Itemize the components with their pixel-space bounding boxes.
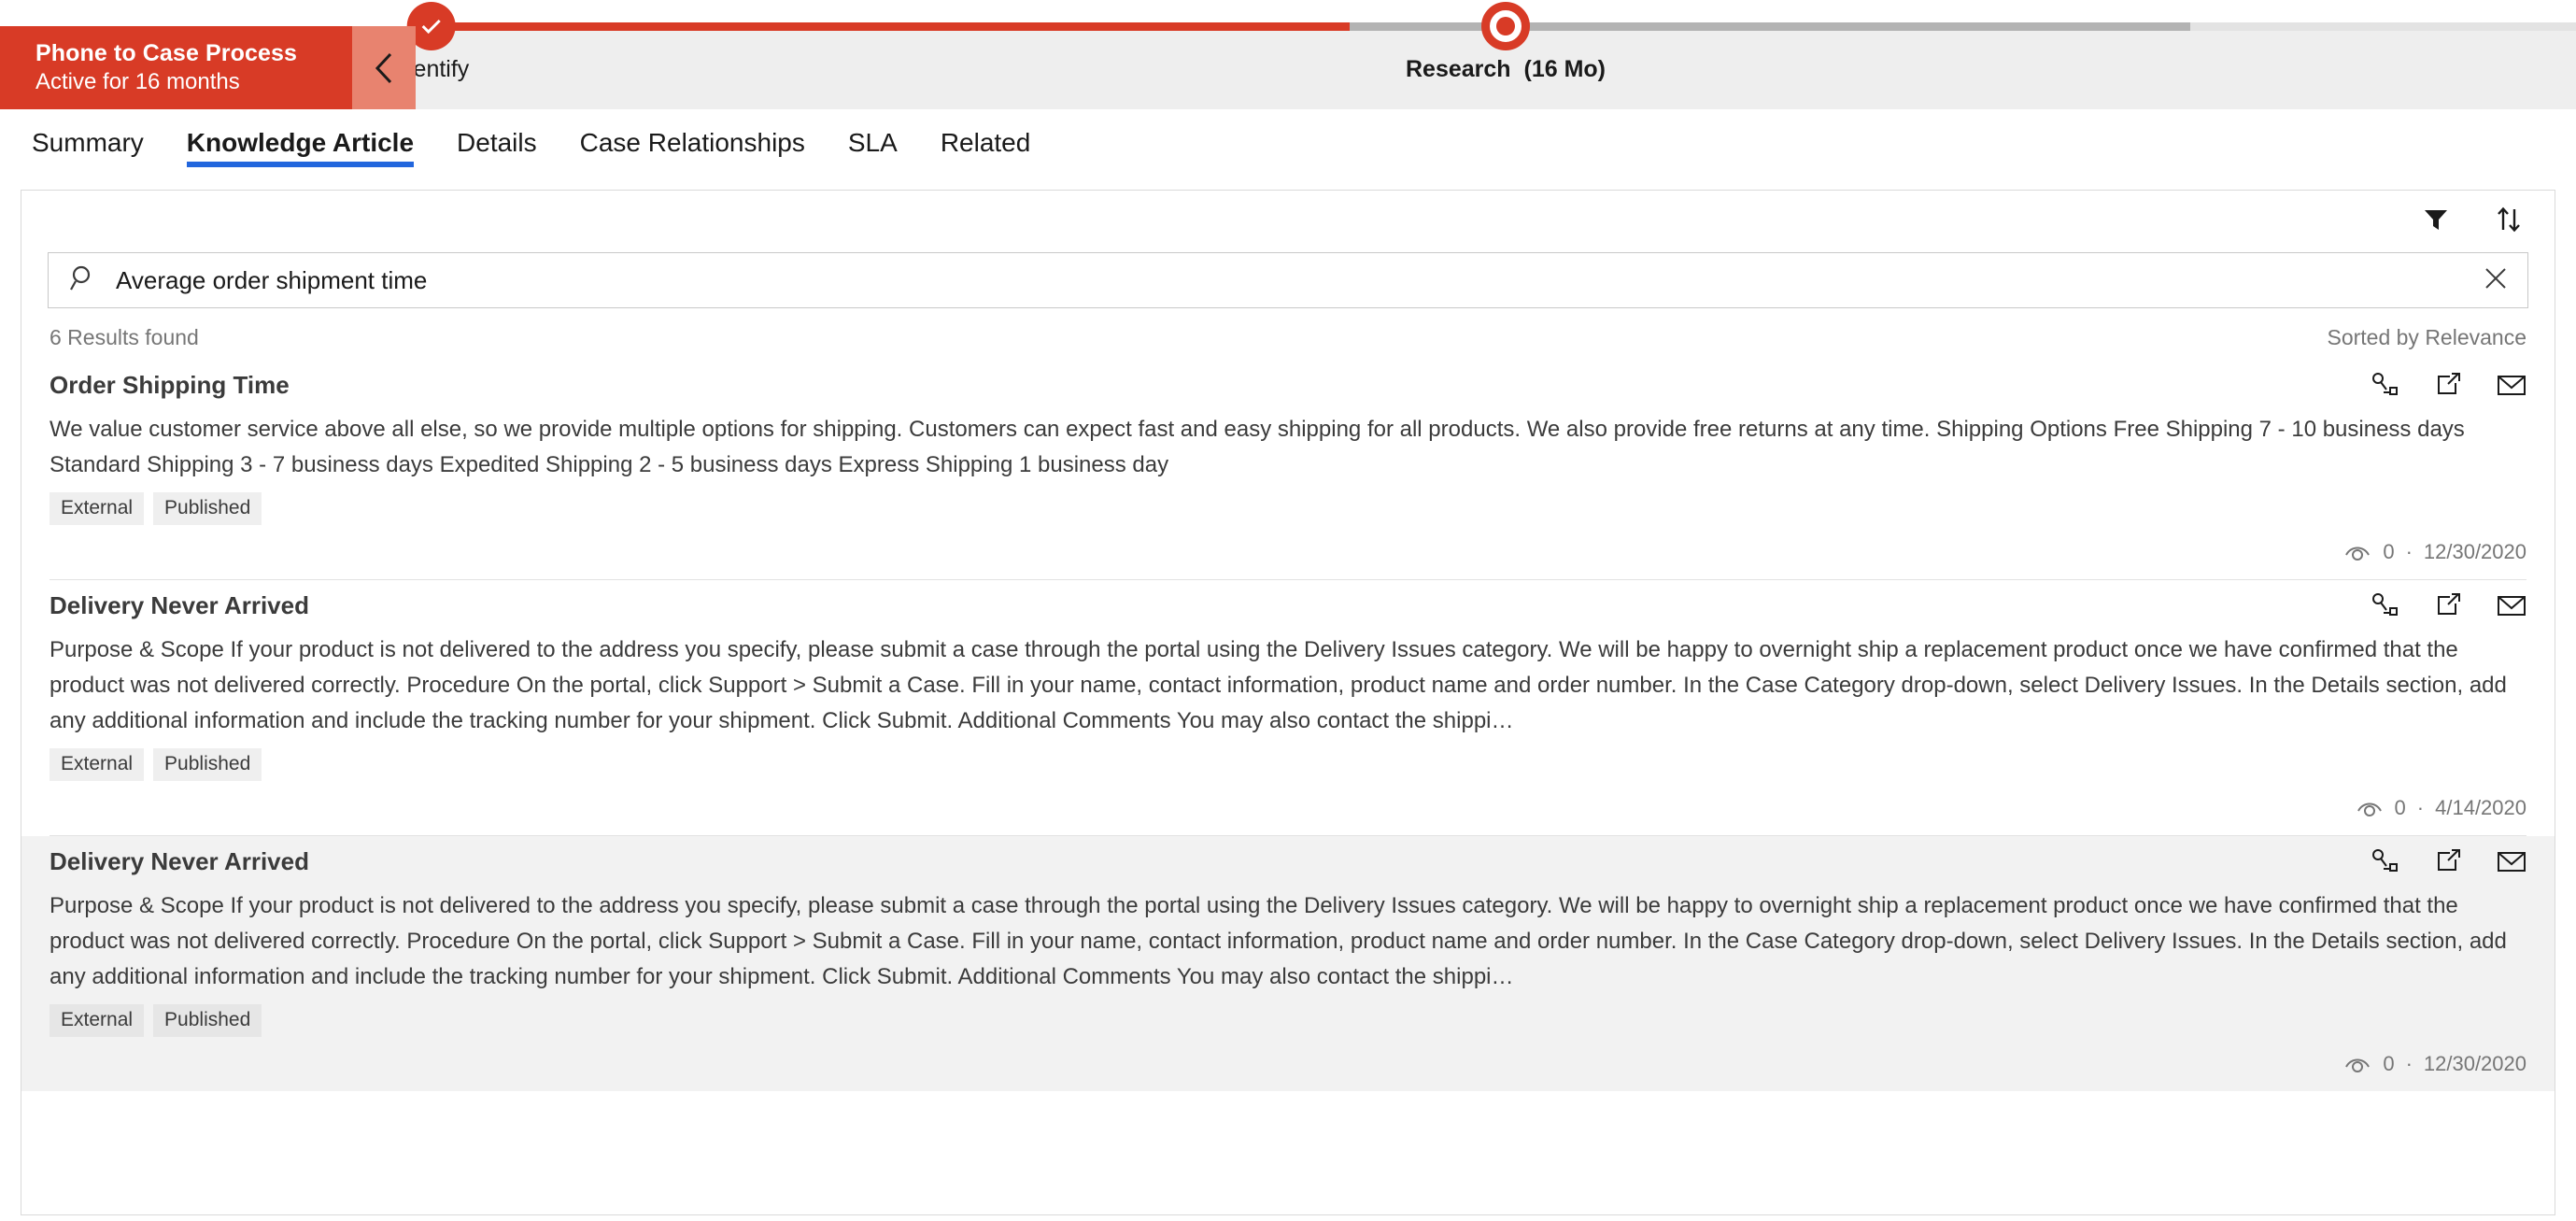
views-icon <box>2343 542 2371 562</box>
email-icon <box>2497 372 2526 403</box>
views-count: 0 <box>2383 540 2395 563</box>
tab-summary[interactable]: Summary <box>32 109 165 177</box>
result-body: Purpose & Scope If your product is not d… <box>50 637 2507 733</box>
results-meta: 6 Results found Sorted by Relevance <box>21 308 2555 360</box>
footer-separator: · <box>2405 1052 2413 1075</box>
views-icon <box>2343 1054 2371 1074</box>
open-in-new-icon <box>2434 848 2462 879</box>
bpf-stage-track: Identify Research (16 Mo) Resolve <box>394 0 2576 109</box>
result-footer: 0 · 12/30/2020 <box>50 525 2526 579</box>
close-icon <box>2482 264 2510 297</box>
filter-button[interactable] <box>2420 206 2452 237</box>
tag-published: Published <box>153 1004 262 1037</box>
result-body: Purpose & Scope If your product is not d… <box>50 893 2507 989</box>
bpf-stage-label: Research (16 Mo) <box>1406 56 1606 83</box>
sort-icon <box>2495 206 2523 238</box>
result-title[interactable]: Delivery Never Arrived <box>50 589 309 621</box>
tab-bar: Summary Knowledge Article Details Case R… <box>0 109 2576 177</box>
result-header: Delivery Never Arrived <box>50 845 2526 877</box>
result-date: 12/30/2020 <box>2423 540 2526 563</box>
link-article-icon <box>2371 848 2399 879</box>
tab-case-relationships[interactable]: Case Relationships <box>559 109 827 177</box>
footer-separator: · <box>2405 540 2413 563</box>
result-actions <box>2370 589 2526 621</box>
bpf-line-remainder <box>2190 22 2576 31</box>
views-count: 0 <box>2383 1052 2395 1075</box>
tab-label: SLA <box>847 128 898 157</box>
sort-button[interactable] <box>2493 206 2525 237</box>
result-date: 4/14/2020 <box>2435 796 2526 819</box>
result-card[interactable]: Delivery Never Arrived Purpose & Scope I… <box>21 580 2555 835</box>
active-stage-icon <box>1480 2 1530 50</box>
result-tags: External Published <box>50 1004 2526 1037</box>
result-actions <box>2370 845 2526 877</box>
knowledge-article-panel: 6 Results found Sorted by Relevance Orde… <box>21 190 2555 1215</box>
open-in-new-button[interactable] <box>2433 372 2463 403</box>
email-icon <box>2497 848 2526 879</box>
result-header: Delivery Never Arrived <box>50 589 2526 621</box>
results-list: Order Shipping Time We value customer se… <box>21 360 2555 1091</box>
tab-label: Summary <box>32 128 144 157</box>
footer-separator: · <box>2416 796 2425 819</box>
tab-label: Case Relationships <box>579 128 805 157</box>
result-title[interactable]: Delivery Never Arrived <box>50 845 309 877</box>
tab-label: Knowledge Article <box>186 128 415 157</box>
result-card[interactable]: Order Shipping Time We value customer se… <box>21 360 2555 579</box>
clear-search-button[interactable] <box>2481 265 2511 295</box>
tag-external: External <box>50 748 145 781</box>
link-article-icon <box>2371 372 2399 403</box>
email-article-button[interactable] <box>2497 593 2526 621</box>
tag-published: Published <box>153 748 262 781</box>
result-card[interactable]: Delivery Never Arrived Purpose & Scope I… <box>21 836 2555 1091</box>
result-tags: External Published <box>50 492 2526 525</box>
business-process-flow: Phone to Case Process Active for 16 mont… <box>0 0 2576 109</box>
sort-label[interactable]: Sorted by Relevance <box>2327 325 2526 350</box>
search-input[interactable] <box>116 265 2481 295</box>
link-article-icon <box>2371 592 2399 623</box>
tag-published: Published <box>153 492 262 525</box>
tab-related[interactable]: Related <box>919 109 1053 177</box>
email-article-button[interactable] <box>2497 849 2526 877</box>
chevron-left-icon <box>374 51 394 85</box>
email-article-button[interactable] <box>2497 373 2526 401</box>
result-actions <box>2370 369 2526 401</box>
search-row <box>21 252 2555 308</box>
tag-external: External <box>50 1004 145 1037</box>
filter-icon <box>2422 206 2450 238</box>
open-in-new-button[interactable] <box>2433 592 2463 623</box>
result-footer: 0 · 4/14/2020 <box>50 781 2526 835</box>
result-tags: External Published <box>50 748 2526 781</box>
search-icon <box>69 264 97 297</box>
tag-external: External <box>50 492 145 525</box>
bpf-stage-research[interactable]: Research (16 Mo) <box>1406 0 1606 83</box>
result-header: Order Shipping Time <box>50 369 2526 401</box>
open-in-new-icon <box>2434 592 2462 623</box>
bpf-line-completed <box>416 22 864 31</box>
bpf-collapse-button[interactable] <box>352 26 416 109</box>
views-icon <box>2356 798 2384 818</box>
link-article-button[interactable] <box>2370 372 2399 403</box>
search-box[interactable] <box>48 252 2528 308</box>
result-body: We value customer service above all else… <box>50 417 2465 477</box>
tab-label: Related <box>940 128 1031 157</box>
tab-label: Details <box>457 128 537 157</box>
views-count: 0 <box>2394 796 2406 819</box>
result-title[interactable]: Order Shipping Time <box>50 369 290 401</box>
tab-knowledge-article[interactable]: Knowledge Article <box>165 109 435 177</box>
email-icon <box>2497 592 2526 623</box>
panel-toolbar <box>21 191 2555 252</box>
bpf-stage-name: Research <box>1406 56 1511 82</box>
results-count: 6 Results found <box>50 325 199 349</box>
link-article-button[interactable] <box>2370 848 2399 879</box>
link-article-button[interactable] <box>2370 592 2399 623</box>
tab-details[interactable]: Details <box>435 109 559 177</box>
open-in-new-icon <box>2434 372 2462 403</box>
open-in-new-button[interactable] <box>2433 848 2463 879</box>
tab-sla[interactable]: SLA <box>827 109 919 177</box>
result-footer: 0 · 12/30/2020 <box>50 1037 2526 1091</box>
bpf-line-active <box>864 22 1350 31</box>
result-date: 12/30/2020 <box>2423 1052 2526 1075</box>
bpf-stage-duration: (16 Mo) <box>1523 56 1606 82</box>
